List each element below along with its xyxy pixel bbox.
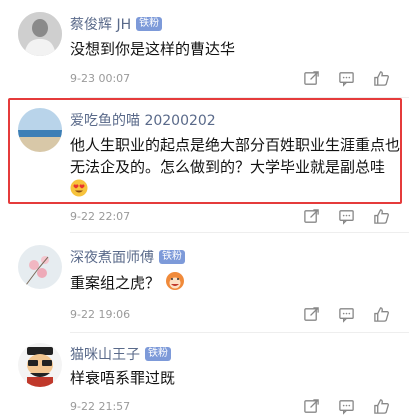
comment-item: 蔡俊辉 JH 铁粉 没想到你是这样的曹达华 9-23 00:07 <box>0 0 409 98</box>
comment-time: 9-22 19:06 <box>70 308 131 321</box>
avatar[interactable] <box>18 245 62 289</box>
share-icon[interactable] <box>303 398 320 415</box>
fan-badge: 铁粉 <box>159 250 185 264</box>
comment-text: 没想到你是这样的曹达华 <box>70 40 236 58</box>
comment-time: 9-23 00:07 <box>70 72 131 85</box>
like-icon[interactable] <box>373 398 390 415</box>
tiger-emoji-icon <box>165 272 184 290</box>
comment-author[interactable]: 猫咪山王子 <box>70 344 140 364</box>
user-photo-icon <box>18 12 62 56</box>
share-icon[interactable] <box>303 208 320 225</box>
like-icon[interactable] <box>373 70 390 87</box>
cartoon-avatar-icon <box>18 343 62 387</box>
fan-badge: 铁粉 <box>136 17 163 31</box>
comment-author[interactable]: 深夜煮面师傅 <box>70 247 154 267</box>
comment-item: 深夜煮面师傅 铁粉 重案组之虎？ 9-22 19:06 <box>0 233 409 333</box>
comment-item: 猫咪山王子 铁粉 样衰唔系罪过既 9-22 21:57 <box>0 333 409 418</box>
comment-time: 9-22 21:57 <box>70 400 131 413</box>
comment-icon[interactable] <box>338 398 355 415</box>
comment-text: 样衰唔系罪过既 <box>70 369 176 387</box>
comment-text: 重案组之虎？ <box>70 271 400 294</box>
like-icon[interactable] <box>373 306 390 323</box>
share-icon[interactable] <box>303 70 320 87</box>
avatar[interactable] <box>18 12 62 56</box>
comment-icon[interactable] <box>338 208 355 225</box>
avatar[interactable] <box>18 343 62 387</box>
comment-icon[interactable] <box>338 70 355 87</box>
highlight-box <box>8 98 402 204</box>
flower-photo-icon <box>18 245 62 289</box>
comment-text-body: 重案组之虎？ <box>70 274 161 292</box>
comment-author[interactable]: 蔡俊辉 JH <box>70 14 131 34</box>
fan-badge: 铁粉 <box>145 347 171 361</box>
comment-icon[interactable] <box>338 306 355 323</box>
share-icon[interactable] <box>303 306 320 323</box>
comment-time: 9-22 22:07 <box>70 210 131 223</box>
like-icon[interactable] <box>373 208 390 225</box>
